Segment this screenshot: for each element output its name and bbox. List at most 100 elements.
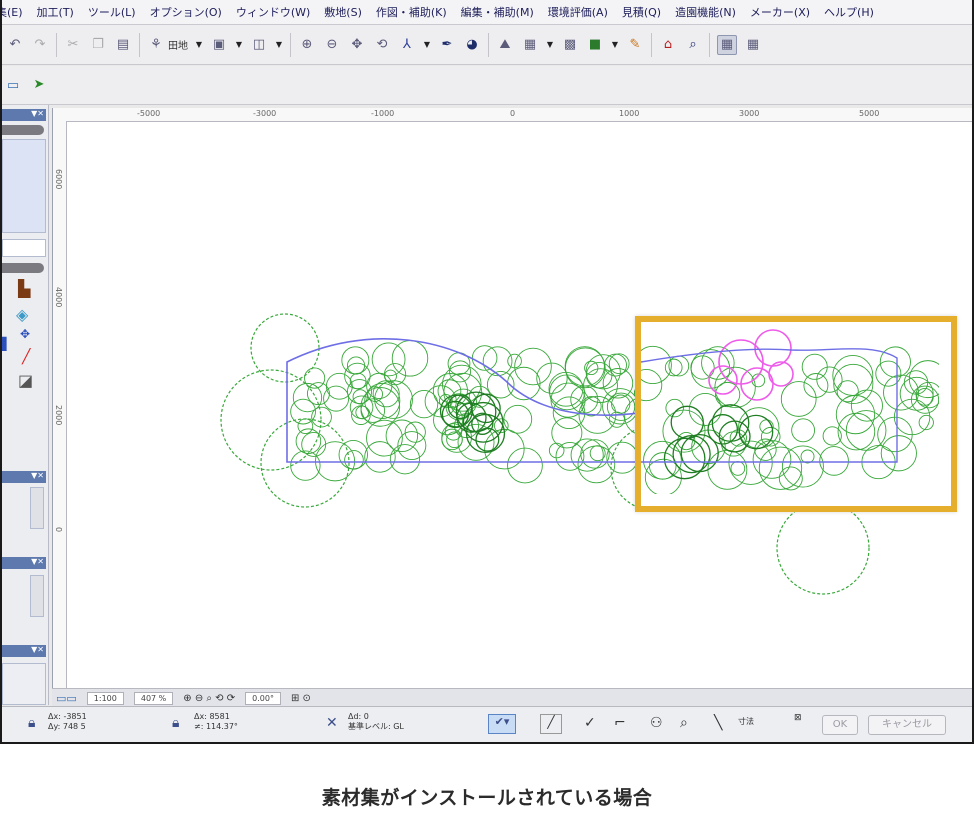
menu-drawing-assist[interactable]: 作図・補助(K) bbox=[376, 4, 447, 20]
shrub bbox=[514, 347, 552, 386]
line-icon[interactable]: ╱ bbox=[22, 349, 30, 365]
menu-options[interactable]: オプション(O) bbox=[150, 4, 222, 20]
check-tool-icon[interactable]: ✓ bbox=[584, 715, 596, 731]
globe-icon[interactable]: ◕ bbox=[463, 36, 481, 54]
crosshair-icon[interactable]: ✕ bbox=[326, 715, 338, 731]
shrub bbox=[606, 441, 639, 474]
copy-icon[interactable]: ❐ bbox=[89, 36, 107, 54]
dock-scroll[interactable] bbox=[2, 125, 44, 135]
menu-help[interactable]: ヘルプ(H) bbox=[824, 4, 874, 20]
dimension-tool-icon[interactable]: ⚇ bbox=[650, 715, 663, 731]
green-panel-icon[interactable]: ■ bbox=[586, 36, 604, 54]
menu-edit-assist[interactable]: 編集・補助(M) bbox=[461, 4, 534, 20]
dock-header[interactable]: ▼✕ bbox=[2, 557, 46, 569]
print-icon[interactable]: ▣ bbox=[210, 36, 228, 54]
tree-canopy bbox=[260, 418, 350, 508]
select-arrow-icon[interactable]: ➤ bbox=[30, 75, 48, 93]
chevron-down-icon[interactable]: ▼ bbox=[195, 36, 203, 54]
menu-site[interactable]: 敷地(S) bbox=[324, 4, 362, 20]
chevron-down-icon[interactable]: ▼ bbox=[546, 36, 554, 54]
grid-icon[interactable]: ▩ bbox=[561, 36, 579, 54]
dock-header[interactable]: ▼✕ bbox=[2, 471, 46, 483]
document-icon[interactable]: ▭ bbox=[4, 76, 22, 94]
measure-tool-icon[interactable]: ╲ bbox=[714, 715, 722, 731]
lock-icon[interactable]: 🔒︎ bbox=[172, 715, 179, 731]
chevron-down-icon[interactable]: ▼ bbox=[423, 36, 431, 54]
dock-scroll[interactable] bbox=[30, 487, 44, 529]
menu-edit[interactable]: 集(E) bbox=[2, 4, 23, 20]
shrub bbox=[832, 354, 874, 396]
tree-canopy bbox=[250, 313, 320, 383]
lock-icon[interactable]: 🔒︎ bbox=[28, 715, 35, 731]
zoom-controls-icon[interactable]: ⊕ ⊖ ⌕ ⟲ ⟳ bbox=[183, 693, 235, 704]
zoom-out-icon[interactable]: ⊖ bbox=[323, 36, 341, 54]
layout-tab-icon[interactable]: ▭▭ bbox=[56, 692, 77, 705]
shrub-dark bbox=[663, 437, 706, 480]
menu-landscape[interactable]: 造園機能(N) bbox=[675, 4, 736, 20]
pen-icon[interactable]: ✒ bbox=[438, 36, 456, 54]
dock-toggle-icon[interactable]: ▼✕ bbox=[31, 109, 44, 118]
menu-environment[interactable]: 環境評価(A) bbox=[548, 4, 608, 20]
shrub bbox=[301, 432, 327, 457]
app-window: 集(E) 加工(T) ツール(L) オプション(O) ウィンドウ(W) 敷地(S… bbox=[0, 0, 974, 744]
house-icon[interactable]: ⌂ bbox=[659, 36, 677, 54]
dock-left-icon[interactable]: ▌ bbox=[2, 337, 11, 351]
move-icon[interactable]: ✥ bbox=[20, 327, 30, 341]
hook-tool-icon[interactable]: ⌐ bbox=[614, 715, 626, 731]
ok-button[interactable]: OK bbox=[822, 715, 858, 735]
layer-grid-icon[interactable]: ▦ bbox=[717, 34, 737, 55]
ruler-label: -1000 bbox=[371, 109, 395, 118]
dock-scroll[interactable] bbox=[30, 575, 44, 617]
menu-tools[interactable]: ツール(L) bbox=[88, 4, 136, 20]
building-icon[interactable]: ▙ bbox=[18, 279, 30, 298]
view-status-bar: ▭▭ 1:100 407 % ⊕ ⊖ ⌕ ⟲ ⟳ 0.00° ⊞ ⊙ bbox=[52, 688, 972, 707]
close-icon[interactable]: ⊠ bbox=[794, 713, 802, 723]
shrub bbox=[641, 345, 672, 385]
line-tool-icon[interactable]: ╱ bbox=[540, 714, 562, 734]
dock-toggle-icon[interactable]: ▼✕ bbox=[31, 645, 44, 654]
pan-icon[interactable]: ✥ bbox=[348, 36, 366, 54]
shrub bbox=[643, 440, 682, 480]
menu-process[interactable]: 加工(T) bbox=[37, 4, 74, 20]
menu-window[interactable]: ウィンドウ(W) bbox=[236, 4, 310, 20]
magnifier-tool-icon[interactable]: ⌕ bbox=[680, 715, 688, 731]
view-icon[interactable]: ◫ bbox=[250, 36, 268, 54]
chevron-down-icon[interactable]: ▼ bbox=[275, 36, 283, 54]
menu-estimate[interactable]: 見積(Q) bbox=[622, 4, 661, 20]
dock-header[interactable]: ▼✕ bbox=[2, 645, 46, 657]
snap-icon[interactable]: ⊞ ⊙ bbox=[291, 693, 311, 704]
tool-status-bar: 🔒︎ Δx: -3851 Δy: 748 5 🔒︎ Δx: 8581 ≠: 11… bbox=[2, 706, 972, 742]
rotate-icon[interactable]: ⟲ bbox=[373, 36, 391, 54]
undo-icon[interactable]: ↶ bbox=[6, 36, 24, 54]
dock-input[interactable] bbox=[2, 239, 46, 257]
shrub bbox=[664, 358, 683, 377]
cancel-button[interactable]: キャンセル bbox=[868, 715, 946, 735]
layout-icon[interactable]: ⚘ bbox=[147, 36, 165, 54]
zoom-in-icon[interactable]: ⊕ bbox=[298, 36, 316, 54]
dock-header[interactable]: ▼✕ bbox=[2, 109, 46, 121]
chevron-down-icon[interactable]: ▼ bbox=[611, 36, 619, 54]
chevron-down-icon[interactable]: ▼ bbox=[235, 36, 243, 54]
search-icon[interactable]: ⌕ bbox=[684, 36, 702, 54]
checkmark-tool-icon[interactable]: ✔▾ bbox=[488, 714, 516, 734]
shrub bbox=[801, 353, 828, 380]
shrub bbox=[503, 404, 533, 434]
shrub bbox=[800, 449, 815, 464]
scale-field[interactable]: 1:100 bbox=[86, 691, 124, 705]
figure-icon[interactable]: ⅄ bbox=[398, 36, 416, 54]
cut-icon[interactable]: ✂ bbox=[64, 36, 82, 54]
brush-icon[interactable]: ✎ bbox=[626, 36, 644, 54]
dock-toggle-icon[interactable]: ▼✕ bbox=[31, 557, 44, 566]
paste-icon[interactable]: ▤ bbox=[114, 36, 132, 54]
zoom-field[interactable]: 407 % bbox=[133, 691, 174, 705]
terrain-icon[interactable]: ⛰ bbox=[496, 36, 514, 54]
layer-grid-alt-icon[interactable]: ▦ bbox=[744, 36, 762, 54]
stack-icon[interactable]: ◈ bbox=[16, 305, 28, 324]
dock-scroll[interactable] bbox=[2, 263, 44, 273]
table-icon[interactable]: ▦ bbox=[521, 36, 539, 54]
dock-toggle-icon[interactable]: ▼✕ bbox=[31, 471, 44, 480]
redo-icon[interactable]: ↷ bbox=[31, 36, 49, 54]
angle-field[interactable]: 0.00° bbox=[245, 691, 281, 705]
dimension-icon[interactable]: ◪ bbox=[18, 371, 33, 390]
menu-maker[interactable]: メーカー(X) bbox=[750, 4, 810, 20]
